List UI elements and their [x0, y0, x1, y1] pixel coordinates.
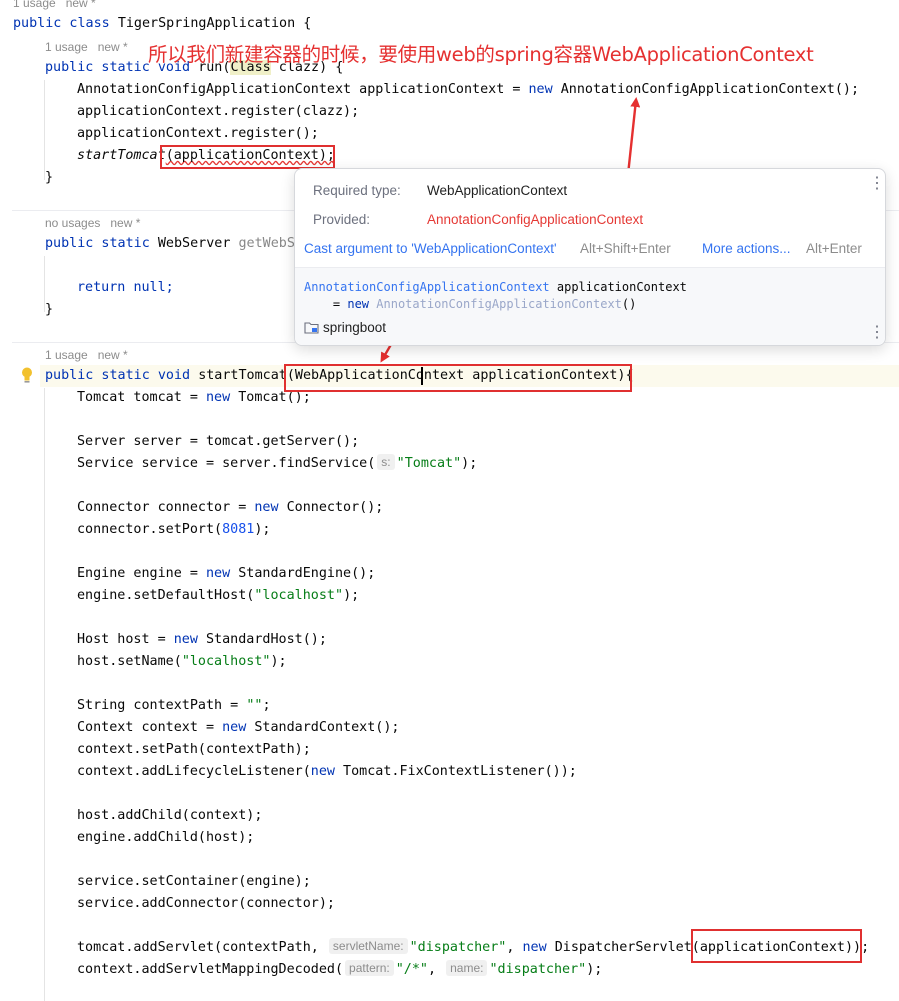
more-actions-link[interactable]: More actions... [702, 241, 791, 256]
more-vertical-icon[interactable]: ⋮ [869, 176, 885, 192]
provided-type-label: Provided: [313, 212, 371, 227]
required-type-label: Required type: [313, 183, 401, 198]
declaration-preview: AnnotationConfigApplicationContext appli… [295, 267, 885, 345]
annotation-arrows [380, 97, 641, 363]
required-type-value: WebApplicationContext [427, 183, 568, 198]
provided-type-value: AnnotationConfigApplicationContext [427, 212, 644, 227]
module-label[interactable]: springboot [304, 320, 386, 337]
more-vertical-icon[interactable]: ⋮ [869, 325, 885, 341]
folder-module-icon [304, 321, 319, 337]
cast-argument-action[interactable]: Cast argument to 'WebApplicationContext' [304, 241, 557, 256]
type-mismatch-popup[interactable]: Required type: WebApplicationContext Pro… [294, 168, 886, 346]
more-actions-shortcut: Alt+Enter [806, 241, 862, 256]
cast-shortcut: Alt+Shift+Enter [580, 241, 671, 256]
